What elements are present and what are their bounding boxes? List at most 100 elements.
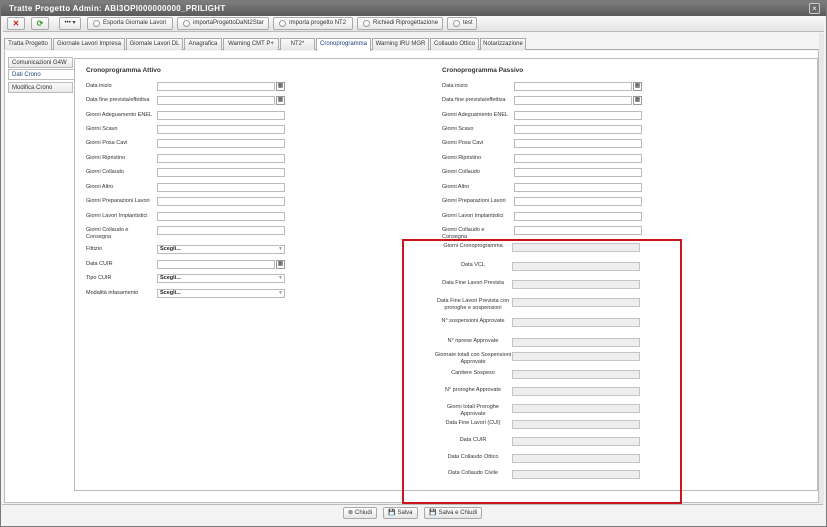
importa-nt2-button[interactable]: Importa progetto NT2: [273, 17, 353, 30]
tab-giornale-impresa[interactable]: Giornale Lavori Impresa: [53, 38, 125, 50]
save-icon: 💾: [429, 510, 437, 516]
attivo-field-label: Giorni Ripristino: [86, 155, 126, 161]
attivo-field-input[interactable]: [157, 226, 285, 235]
passivo-field-input[interactable]: [514, 82, 632, 91]
radio-icon: [363, 20, 370, 27]
passivo-title: Cronoprogramma Passivo: [442, 67, 524, 74]
passivo-field-input[interactable]: [514, 154, 642, 163]
attivo-field-input[interactable]: [157, 154, 285, 163]
calendar-icon[interactable]: ▦: [276, 82, 285, 91]
passivo-field-label: Giorni Scavo: [442, 126, 474, 132]
passivo-field-label: Giorni Adeguamento ENEL: [442, 112, 509, 118]
calendar-icon[interactable]: ▦: [633, 96, 642, 105]
passivo-field-label: Giorni Lavori Impiantistici: [442, 213, 504, 219]
radio-icon: [453, 20, 460, 27]
tab-tratta-progetto[interactable]: Tratta Progetto: [4, 38, 52, 50]
save-icon: 💾: [388, 510, 396, 516]
refresh-icon[interactable]: ⟳: [31, 17, 49, 30]
attivo-field-input[interactable]: [157, 183, 285, 192]
calendar-icon[interactable]: ▦: [276, 96, 285, 105]
tipo-cuir-select[interactable]: Scegli... ▼: [157, 274, 285, 283]
radio-icon: [279, 20, 286, 27]
passivo-field-label: Giorni Altro: [442, 184, 470, 190]
modalita-select[interactable]: Scegli... ▼: [157, 289, 285, 298]
attivo-field-input[interactable]: [157, 197, 285, 206]
radio-icon: [93, 20, 100, 27]
passivo-field-input[interactable]: [514, 139, 642, 148]
attivo-field-label: Giorni Posa Cavi: [86, 140, 128, 146]
modalita-label: Modalità infasamento: [86, 290, 139, 296]
passivo-field-label: Giorni Ripristino: [442, 155, 482, 161]
radio-icon: [183, 20, 190, 27]
data-cuir-label: Data CUIR: [86, 261, 113, 267]
tab-cronoprogramma[interactable]: Cronoprogramma: [316, 38, 371, 51]
tab-bar: Tratta Progetto Giornale Lavori Impresa …: [4, 38, 819, 51]
tab-warning-cmt[interactable]: Warning CMT P+: [223, 38, 279, 50]
sidebar-item-comunicazioni[interactable]: Comunicazioni G4W: [8, 57, 73, 68]
chevron-down-icon: ▾: [72, 20, 76, 26]
calendar-icon[interactable]: ▦: [633, 82, 642, 91]
tab-giornale-dl[interactable]: Giornale Lavori DL: [126, 38, 183, 50]
tab-notarizzazione[interactable]: Notarizzazione: [480, 38, 526, 50]
attivo-field-label: Giorni Collaudo: [86, 169, 124, 175]
attivo-field-input[interactable]: [157, 168, 285, 177]
attivo-title: Cronoprogramma Attivo: [86, 67, 161, 74]
passivo-field-label: Giorni Collaudo: [442, 169, 480, 175]
attivo-field-label: Giorni Altro: [86, 184, 114, 190]
window-close-icon[interactable]: ×: [809, 3, 820, 14]
chevron-down-icon: ▼: [278, 246, 283, 252]
attivo-field-label: Data fine prevista/effettiva: [86, 97, 150, 103]
calendar-icon[interactable]: ▦: [276, 260, 285, 269]
attivo-field-label: Data inizio: [86, 83, 112, 89]
attivo-field-input[interactable]: [157, 212, 285, 221]
highlight-box: [402, 239, 682, 504]
passivo-field-input[interactable]: [514, 168, 642, 177]
chiudi-button[interactable]: ⊗ Chiudi: [343, 507, 378, 519]
chevron-down-icon: ▼: [278, 290, 283, 296]
importa-dal-nt2star-button[interactable]: importaProgettoDaNt2Star: [177, 17, 269, 30]
sidebar-item-modifica-crono[interactable]: Modifica Crono: [8, 82, 73, 93]
chevron-down-icon: ▼: [278, 275, 283, 281]
attivo-field-input[interactable]: [157, 82, 275, 91]
passivo-field-input[interactable]: [514, 96, 632, 105]
passivo-field-label: Data inizio: [442, 83, 468, 89]
more-menu-button[interactable]: ••• ▾: [59, 17, 81, 30]
delete-icon[interactable]: ✕: [7, 17, 25, 30]
passivo-field-input[interactable]: [514, 212, 642, 221]
richiedi-riprogettazione-button[interactable]: Richiedi Riprogettazione: [357, 17, 443, 30]
passivo-field-input[interactable]: [514, 197, 642, 206]
fittizio-select[interactable]: Scegli... ▼: [157, 245, 285, 254]
passivo-field-input[interactable]: [514, 111, 642, 120]
scrollbar[interactable]: [819, 33, 824, 505]
test-button[interactable]: test: [447, 17, 477, 30]
salva-chiudi-button[interactable]: 💾 Salva e Chiudi: [424, 507, 483, 519]
tab-collaudo-ottico[interactable]: Collaudo Ottico: [430, 38, 479, 50]
attivo-field-label: Giorni Preparazioni Lavori: [86, 198, 150, 204]
attivo-field-input[interactable]: [157, 96, 275, 105]
passivo-field-label: Data fine prevista/effettiva: [442, 97, 506, 103]
sidebar-item-dati-crono[interactable]: Dati Crono: [8, 69, 74, 80]
passivo-field-label: Giorni Preparazioni Lavori: [442, 198, 506, 204]
data-cuir-input[interactable]: [157, 260, 275, 269]
passivo-field-label: Giorni Posa Cavi: [442, 140, 484, 146]
attivo-field-label: Giorni Scavo: [86, 126, 118, 132]
salva-button[interactable]: 💾 Salva: [383, 507, 418, 519]
attivo-field-label: Giorni Adeguamento ENEL: [86, 112, 153, 118]
tab-anagrafica[interactable]: Anagrafica: [184, 38, 222, 50]
tipo-cuir-label: Tipo CUIR: [86, 275, 112, 281]
close-circle-icon: ⊗: [348, 510, 354, 516]
passivo-field-input[interactable]: [514, 226, 642, 235]
tab-nt2[interactable]: NT2*: [280, 38, 315, 50]
attivo-field-label: Giorni Lavori Impiantistici: [86, 213, 148, 219]
attivo-field-input[interactable]: [157, 139, 285, 148]
attivo-field-label: Giorni Collaudo e Consegna: [86, 227, 129, 240]
tab-warning-iru[interactable]: Warning IRU MGR: [372, 38, 429, 50]
passivo-field-input[interactable]: [514, 183, 642, 192]
attivo-field-input[interactable]: [157, 111, 285, 120]
window-title: Tratte Progetto Admin: ABI3OPI000000000_…: [1, 1, 826, 16]
fittizio-label: Fittizio: [86, 246, 102, 252]
attivo-field-input[interactable]: [157, 125, 285, 134]
passivo-field-input[interactable]: [514, 125, 642, 134]
esporta-giornale-button[interactable]: Esporta Giornale Lavori: [87, 17, 173, 30]
toolbar: ✕ ⟳ ••• ▾ Esporta Giornale Lavori import…: [3, 16, 824, 32]
